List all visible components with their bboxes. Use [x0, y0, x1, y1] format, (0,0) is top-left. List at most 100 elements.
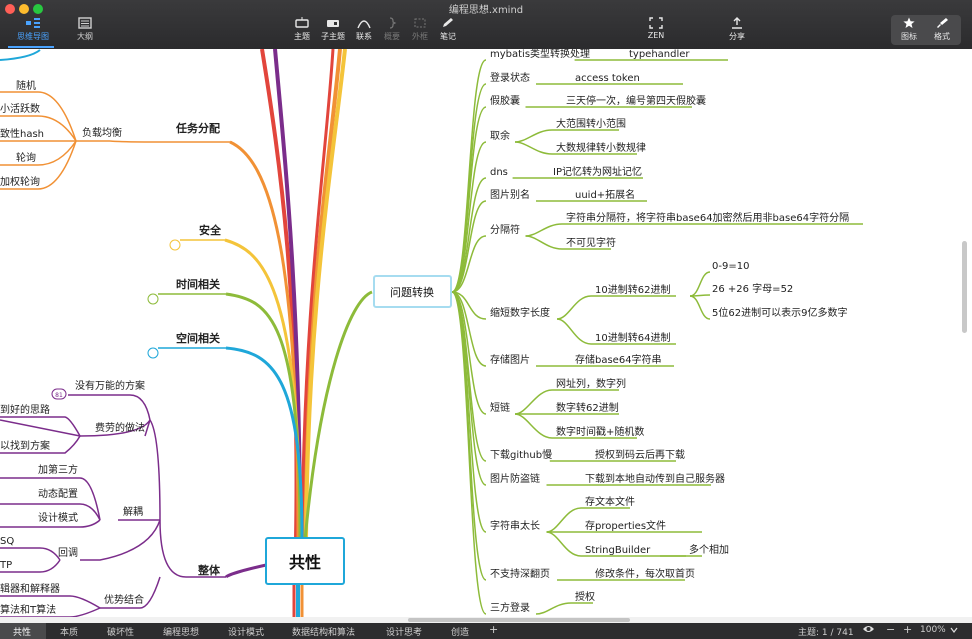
main-topic-label[interactable]: 问题转换 — [390, 285, 434, 299]
tab-outline[interactable]: 大纲 — [64, 17, 106, 42]
mindmap-svg: 共性 问题转换 任务分配 负载均衡 随机 小活跃数 致性hash 轮询 加权轮询… — [0, 49, 863, 617]
child-label[interactable]: 授权 — [575, 590, 595, 603]
right-branch-label[interactable]: 三方登录 — [490, 601, 530, 614]
child-connector — [556, 295, 676, 320]
horizontal-scroll-thumb[interactable] — [408, 618, 630, 622]
extra-label[interactable]: 多个相加 — [689, 543, 729, 556]
right-branch-label[interactable]: 缩短数字长度 — [490, 306, 550, 319]
format-panel-button[interactable]: 格式 — [922, 17, 962, 42]
decouple-item-1[interactable]: 动态配置 — [38, 487, 78, 500]
lb-item-4[interactable]: 加权轮询 — [0, 175, 40, 188]
combine-label[interactable]: 优势结合 — [104, 593, 144, 606]
whole-label[interactable]: 整体 — [197, 563, 221, 577]
lb-item-2[interactable]: 致性hash — [0, 127, 44, 140]
right-branch-label[interactable]: 下载github慢 — [490, 449, 552, 461]
child-label[interactable]: 存文本文件 — [585, 495, 635, 508]
right-branch-label[interactable]: 取余 — [490, 129, 510, 142]
child-label[interactable]: 下载到本地自动传到自己服务器 — [585, 472, 725, 485]
visibility-eye-icon[interactable] — [862, 624, 875, 637]
grandchild-label[interactable]: 26 +26 字母=52 — [712, 282, 793, 295]
note-button[interactable]: 笔记 — [428, 17, 468, 42]
decouple-item-2[interactable]: 设计模式 — [38, 511, 78, 524]
child-label[interactable]: StringBuilder — [585, 545, 651, 556]
zoom-in-button[interactable]: + — [903, 623, 912, 636]
child-label[interactable]: 10进制转62进制 — [595, 283, 670, 296]
right-branch-label[interactable]: 图片别名 — [490, 188, 530, 201]
zoom-out-button[interactable]: − — [886, 623, 895, 636]
decouple-item-0[interactable]: 加第三方 — [38, 463, 78, 476]
right-branch-label[interactable]: 字符串太长 — [490, 519, 540, 532]
sheet-tab-4[interactable]: 设计模式 — [228, 625, 264, 638]
sheet-tab-0[interactable]: 共性 — [13, 625, 31, 638]
no-universal-label[interactable]: 没有万能的方案 — [75, 379, 145, 392]
add-sheet-button[interactable]: + — [489, 623, 498, 636]
sheet-tab-5[interactable]: 数据结构和算法 — [292, 625, 355, 638]
time-collapse-marker[interactable] — [147, 293, 159, 305]
child-label[interactable]: 10进制转64进制 — [595, 331, 670, 344]
child-label[interactable]: 数字转62进制 — [556, 401, 619, 414]
right-branch-label[interactable]: 不支持深翻页 — [490, 567, 550, 580]
lb-item-0[interactable]: 随机 — [16, 79, 36, 92]
combine-item-1[interactable]: 算法和T算法 — [0, 603, 56, 616]
relation-button-label: 联系 — [356, 32, 372, 41]
task-alloc-label[interactable]: 任务分配 — [175, 121, 220, 135]
callback-label[interactable]: 回调 — [58, 547, 78, 559]
zoom-dropdown-chevron-icon[interactable] — [950, 626, 958, 637]
child-label[interactable]: 修改条件，每次取首页 — [595, 567, 695, 580]
child-label[interactable]: 存储base64字符串 — [575, 353, 662, 366]
child-label[interactable]: 存properties文件 — [585, 519, 666, 532]
right-branch-label[interactable]: dns — [490, 167, 508, 178]
mindmap-canvas[interactable]: 共性 问题转换 任务分配 负载均衡 随机 小活跃数 致性hash 轮询 加权轮询… — [0, 49, 972, 617]
zen-button[interactable]: ZEN — [636, 17, 676, 40]
lb-item-3[interactable]: 轮询 — [16, 151, 36, 164]
combine-item-0[interactable]: 辑器和解释器 — [0, 582, 60, 595]
callback-item-0[interactable]: SQ — [0, 536, 14, 547]
costly-item-1[interactable]: 以找到方案 — [0, 439, 50, 452]
tab-mindmap[interactable]: 思维导图 — [12, 17, 54, 42]
space-collapse-marker[interactable] — [147, 347, 159, 359]
child-connector — [514, 129, 619, 143]
costly-label[interactable]: 费劳的做法 — [95, 421, 145, 434]
security-collapse-marker[interactable] — [169, 239, 181, 251]
vertical-scroll-thumb[interactable] — [962, 241, 967, 333]
load-balance-label[interactable]: 负载均衡 — [82, 126, 122, 139]
window-title: 编程思想.xmind — [448, 5, 524, 16]
right-branch-label[interactable]: 存储图片 — [490, 353, 530, 366]
child-label[interactable]: 大范围转小范围 — [556, 117, 626, 130]
child-label[interactable]: 网址列，数字列 — [556, 377, 626, 390]
right-branch-label[interactable]: 假胶囊 — [490, 94, 520, 107]
time-label[interactable]: 时间相关 — [176, 277, 220, 291]
child-label[interactable]: 大数规律转小数规律 — [556, 141, 646, 154]
right-branch-label[interactable]: 分隔符 — [490, 223, 520, 236]
child-label[interactable]: 不可见字符 — [566, 236, 616, 249]
right-branch-label[interactable]: mybatis类型转换处理 — [490, 49, 590, 60]
callback-item-1[interactable]: TP — [0, 560, 12, 571]
child-label[interactable]: 三天停一次，编号第四天假胶囊 — [566, 94, 706, 107]
sheet-tab-2[interactable]: 破坏性 — [107, 625, 134, 638]
sheet-tab-1[interactable]: 本质 — [60, 625, 78, 638]
right-branch-label[interactable]: 短链 — [490, 401, 510, 414]
child-label[interactable]: typehandler — [629, 49, 690, 60]
central-topic[interactable]: 共性 — [289, 553, 321, 572]
right-branch-label[interactable]: 登录状态 — [490, 71, 530, 84]
sheet-tab-3[interactable]: 编程思想 — [163, 625, 199, 638]
costly-item-0[interactable]: 到好的思路 — [0, 403, 50, 416]
child-label[interactable]: 字符串分隔符，将字符串base64加密然后用非base64字符分隔 — [566, 211, 849, 224]
child-label[interactable]: 授权到码云后再下载 — [595, 448, 685, 461]
sheet-tab-6[interactable]: 设计思考 — [386, 625, 422, 638]
child-label[interactable]: 数字时间戳+随机数 — [556, 425, 644, 438]
grandchild-label[interactable]: 0-9=10 — [712, 261, 749, 272]
grandchild-label[interactable]: 5位62进制可以表示9亿多数字 — [712, 306, 847, 319]
right-branch-label[interactable]: 图片防盗链 — [490, 472, 540, 485]
sheet-tab-7[interactable]: 创造 — [451, 625, 469, 638]
zoom-level[interactable]: 100% — [920, 625, 946, 635]
child-label[interactable]: access token — [575, 73, 640, 84]
security-label[interactable]: 安全 — [199, 223, 222, 237]
space-label[interactable]: 空间相关 — [176, 331, 220, 345]
share-button[interactable]: 分享 — [717, 17, 757, 42]
lb-item-1[interactable]: 小活跃数 — [0, 102, 40, 115]
child-label[interactable]: IP记忆转为网址记忆 — [553, 165, 642, 178]
child-label[interactable]: uuid+拓展名 — [575, 188, 635, 201]
decouple-label[interactable]: 解耦 — [123, 505, 143, 518]
sheet-tab-bar: 共性 本质 破坏性 编程思想 设计模式 数据结构和算法 设计思考 创造 + 主题… — [0, 623, 972, 639]
